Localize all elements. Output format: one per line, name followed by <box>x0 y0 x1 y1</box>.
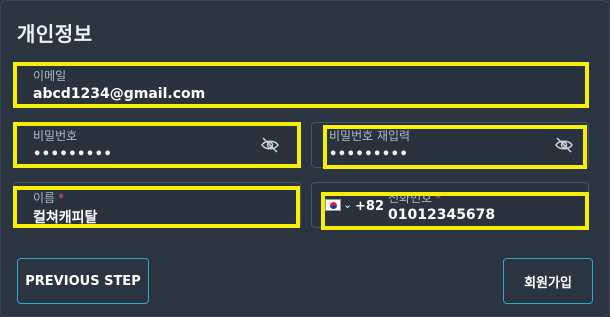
phone-label-text: 전화번호 <box>388 191 433 205</box>
password-label: 비밀번호 <box>33 129 78 143</box>
chevron-down-icon[interactable]: ⌄ <box>343 198 352 211</box>
required-mark: * <box>435 191 442 205</box>
password-confirm-value[interactable]: ••••••••• <box>329 147 408 162</box>
section-title: 개인정보 <box>17 22 93 46</box>
required-mark: * <box>58 191 65 205</box>
password-confirm-visibility-toggle-icon[interactable] <box>555 137 573 153</box>
signup-button[interactable]: 회원가입 <box>503 258 593 304</box>
phone-value[interactable]: 01012345678 <box>388 207 495 223</box>
dial-code[interactable]: +82 <box>355 199 384 214</box>
south-korea-flag-icon[interactable] <box>325 199 341 211</box>
name-label: 이름 * <box>33 189 64 206</box>
password-confirm-label: 비밀번호 재입력 <box>329 129 411 143</box>
name-value[interactable]: 컬쳐캐피탈 <box>33 207 97 227</box>
name-label-text: 이름 <box>33 191 56 205</box>
previous-step-button[interactable]: PREVIOUS STEP <box>17 258 149 304</box>
password-visibility-toggle-icon[interactable] <box>261 137 279 153</box>
email-value[interactable]: abcd1234@gmail.com <box>33 86 205 102</box>
phone-label: 전화번호 * <box>388 189 441 206</box>
email-label: 이메일 <box>33 69 67 83</box>
password-value[interactable]: ••••••••• <box>33 147 112 162</box>
